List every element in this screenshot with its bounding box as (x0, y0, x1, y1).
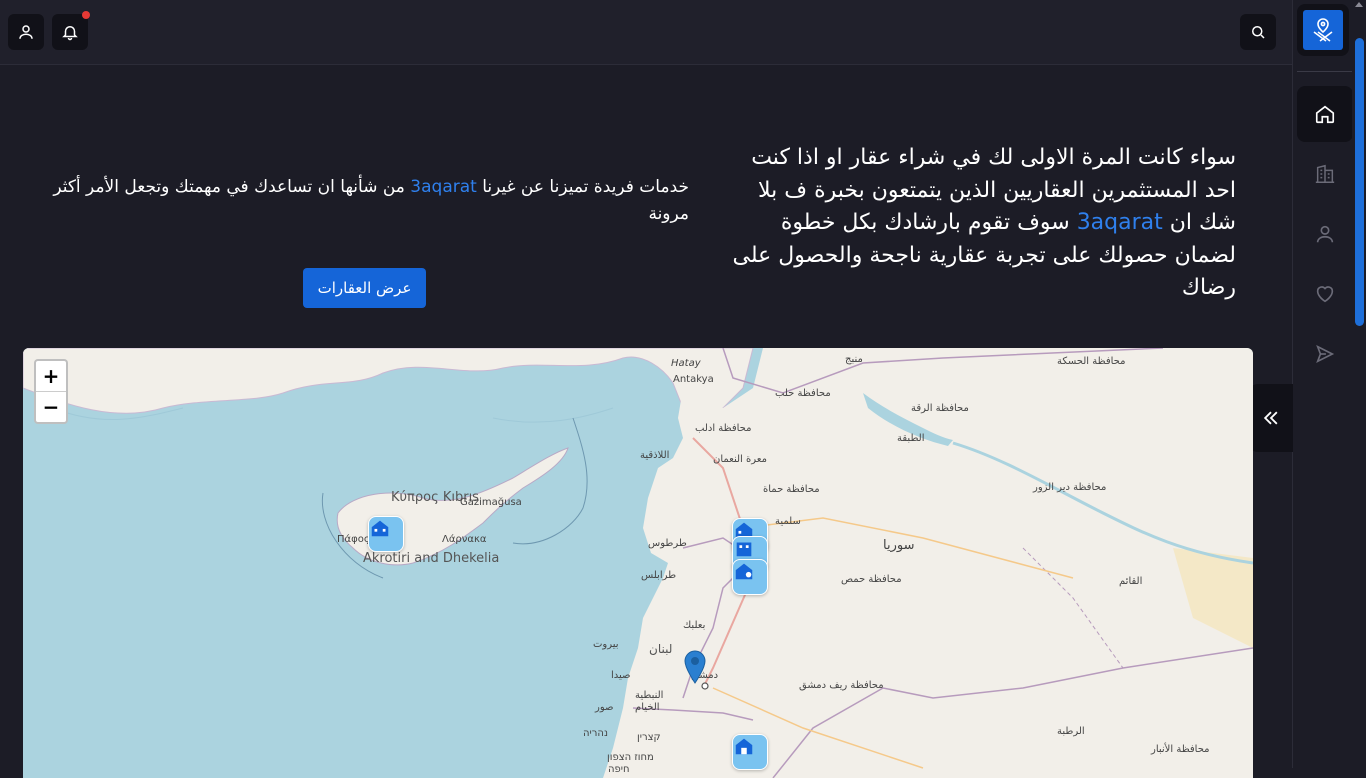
double-chevron-left-icon (1263, 411, 1277, 425)
map-label: محافظة حمص (841, 574, 902, 585)
notifications-button[interactable] (52, 11, 90, 50)
brand-name: 3aqarat (1076, 210, 1163, 235)
map-label: صيدا (611, 670, 631, 681)
map-label: محافظة الرقة (911, 403, 969, 414)
property-marker[interactable] (732, 559, 768, 595)
map-tiles[interactable] (23, 348, 1253, 778)
map-label: لبنان (649, 642, 673, 656)
properties-map[interactable]: + − Hatay Antakya منبج محافظة الحسكة محا… (23, 348, 1253, 778)
map-label: محافظة ريف دمشق (799, 680, 884, 691)
page-scrollbar[interactable] (1352, 0, 1366, 768)
building-marker-icon (735, 738, 753, 755)
map-label: القائم (1119, 576, 1143, 587)
brand-name: 3aqarat (410, 177, 477, 197)
property-marker[interactable] (368, 516, 404, 552)
sidebar-divider (1297, 71, 1352, 72)
logo-icon (1303, 10, 1343, 50)
sidebar-item-home[interactable] (1297, 86, 1353, 142)
building-marker-icon (735, 563, 753, 580)
property-marker[interactable] (732, 734, 768, 770)
view-properties-button[interactable]: عرض العقارات (303, 268, 426, 308)
hero-description: سواء كانت المرة الاولى لك في شراء عقار ا… (720, 142, 1236, 305)
sidebar-collapse-toggle[interactable] (1248, 384, 1293, 452)
user-icon (19, 25, 33, 39)
map-label: طرابلس (641, 570, 677, 581)
map-label: طرطوس (648, 538, 687, 549)
map-label: بيروت (593, 639, 619, 650)
map-label: Akrotiri and Dhekelia (363, 551, 500, 566)
map-label: سلمية (775, 516, 801, 527)
notification-badge (82, 11, 90, 19)
map-label: محافظة الحسكة (1057, 356, 1126, 367)
map-label: מחוז הצפון (607, 752, 654, 763)
user-icon (1316, 225, 1334, 243)
top-bar (0, 0, 1293, 65)
map-label: الرطبة (1057, 726, 1085, 737)
sidebar-item-properties[interactable] (1297, 146, 1353, 202)
search-button[interactable] (1240, 14, 1276, 50)
services-text-start: خدمات فريدة تميزنا عن غيرنا (476, 177, 689, 197)
location-pin-icon[interactable] (684, 650, 706, 684)
map-label: נהריה (583, 728, 608, 739)
building-marker-icon (371, 520, 389, 537)
zoom-out-button[interactable]: − (36, 391, 66, 422)
map-label: Antakya (673, 374, 714, 385)
zoom-control: + − (34, 359, 68, 424)
map-label: محافظة دير الزور (1033, 482, 1107, 493)
map-label: محافظة حماة (763, 484, 820, 495)
map-label: محافظة ادلب (695, 423, 752, 434)
search-icon (1252, 26, 1265, 39)
map-label: محافظة الأنبار (1151, 744, 1210, 755)
map-label: بعلبك (683, 620, 706, 631)
map-label: الطبقة (897, 433, 925, 444)
sidebar-item-favorites[interactable] (1297, 266, 1353, 322)
map-label: Gazimağusa (460, 497, 522, 508)
home-icon (1315, 105, 1335, 124)
map-label: קצרין (637, 732, 661, 743)
map-label: سوريا (883, 538, 915, 553)
map-label: منبج (845, 354, 863, 365)
heart-icon (1316, 286, 1334, 303)
map-label: محافظة حلب (775, 388, 831, 399)
sidebar-item-messages[interactable] (1297, 326, 1353, 382)
map-label: Hatay (671, 358, 701, 369)
map-label: חיפה (608, 764, 630, 775)
zoom-in-button[interactable]: + (36, 361, 66, 391)
map-label: معرة النعمان (713, 454, 767, 465)
scroll-up-arrow-icon[interactable] (1355, 2, 1363, 7)
bell-icon (62, 26, 78, 41)
map-label: الخيام (635, 702, 660, 713)
building-icon (1315, 164, 1335, 183)
map-label: اللاذقية (640, 450, 670, 461)
building-marker-icon (736, 542, 752, 557)
sidebar (1292, 0, 1366, 768)
send-icon (1316, 344, 1335, 364)
services-description: خدمات فريدة تميزنا عن غيرنا 3aqarat من ش… (48, 174, 689, 228)
map-label: Λάρνακα (442, 534, 487, 545)
sidebar-item-account[interactable] (1297, 206, 1353, 262)
map-label: Πάφος (337, 534, 370, 545)
map-label: صور (595, 702, 614, 713)
profile-button[interactable] (8, 14, 44, 50)
logo[interactable] (1297, 4, 1349, 56)
scrollbar-thumb[interactable] (1355, 38, 1364, 326)
map-label: النبطية (635, 690, 664, 701)
